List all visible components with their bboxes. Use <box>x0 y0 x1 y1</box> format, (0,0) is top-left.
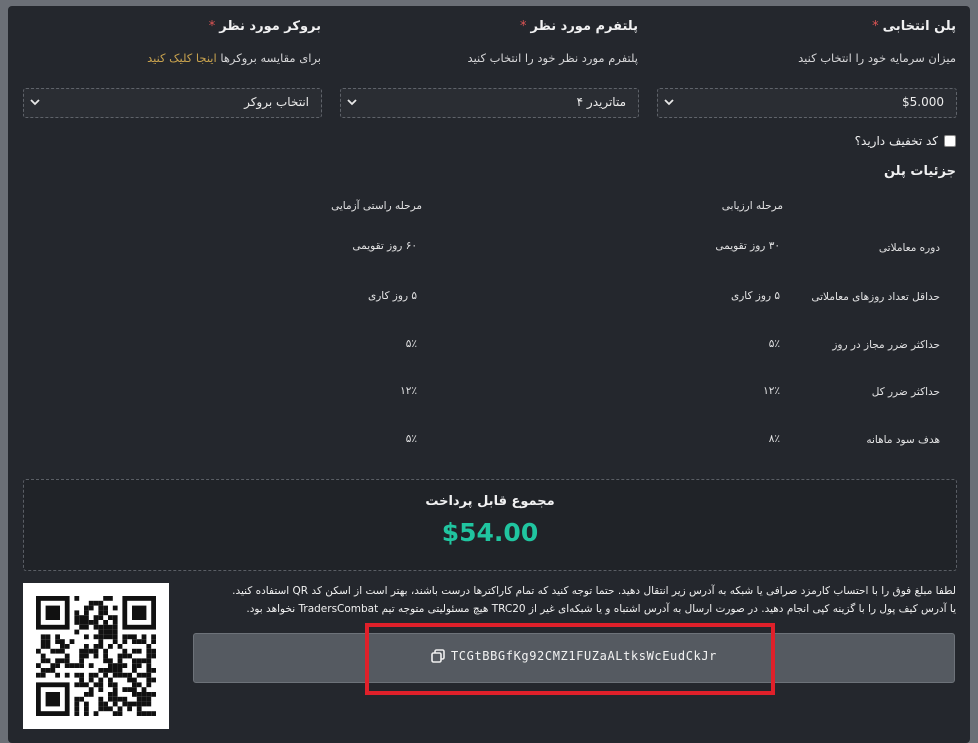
plan-select-value: $5.000 <box>902 95 944 109</box>
phase-header: مرحله ارزیابی <box>721 200 783 212</box>
qr-code-image <box>36 596 156 716</box>
platform-label: پلتفرم مورد نظر* <box>519 19 638 34</box>
broker-hint: برای مقایسه بروکرها اینجا کلیک کنید <box>147 51 321 65</box>
detail-row-value: ۱۲٪ <box>400 385 417 397</box>
detail-row-value: ۵٪ <box>768 338 780 350</box>
plan-label: پلن انتخابی* <box>872 19 956 34</box>
plan-hint: میزان سرمایه خود را انتخاب کنید <box>798 51 956 65</box>
broker-select[interactable]: انتخاب بروکر <box>23 88 322 118</box>
detail-row-label: دوره معاملاتی <box>878 242 940 254</box>
platform-hint: پلتفرم مورد نظر خود را انتخاب کنید <box>467 51 638 65</box>
detail-row-label: حداکثر ضرر مجاز در روز <box>832 339 940 351</box>
detail-row-label: هدف سود ماهانه <box>866 434 940 446</box>
plan-details-title: جزئیات پلن <box>883 164 956 179</box>
broker-label: بروکر مورد نظر* <box>208 19 321 34</box>
detail-row-value: ۵٪ <box>405 338 417 350</box>
discount-checkbox[interactable] <box>944 135 956 147</box>
chevron-down-icon <box>30 99 40 106</box>
payment-instructions: لطفا مبلغ فوق را با احتساب کارمزد صرافی … <box>232 585 956 615</box>
phase-header: مرحله راستی آزمایی <box>331 200 422 212</box>
plan-select[interactable]: $5.000 <box>657 88 957 118</box>
chevron-down-icon <box>664 99 674 106</box>
broker-select-value: انتخاب بروکر <box>244 95 309 109</box>
platform-select-value: متاتریدر ۴ <box>576 95 626 109</box>
detail-row-value: ۵٪ <box>405 433 417 445</box>
platform-select[interactable]: متاتریدر ۴ <box>340 88 639 118</box>
highlight-box <box>365 623 775 695</box>
detail-row-value: ۶۰ روز تقویمی <box>352 240 417 252</box>
discount-row[interactable]: کد تخفیف دارید؟ <box>855 134 956 148</box>
chevron-down-icon <box>347 99 357 106</box>
detail-row-value: ۸٪ <box>768 433 780 445</box>
compare-brokers-link[interactable]: اینجا کلیک کنید <box>147 51 217 65</box>
detail-row-label: حداکثر ضرر کل <box>871 386 940 398</box>
detail-row-label: حداقل تعداد روزهای معاملاتی <box>811 291 940 303</box>
total-box: مجموع قابل پرداخت $54.00 <box>23 479 957 571</box>
detail-row-value: ۱۲٪ <box>763 385 780 397</box>
total-label: مجموع قابل پرداخت <box>425 494 555 509</box>
detail-row-value: ۵ روز کاری <box>367 290 417 302</box>
total-amount: $54.00 <box>441 518 539 547</box>
detail-row-value: ۵ روز کاری <box>730 290 780 302</box>
qr-code <box>23 583 169 729</box>
checkout-panel: پلن انتخابی* میزان سرمایه خود را انتخاب … <box>8 6 970 743</box>
detail-row-value: ۳۰ روز تقویمی <box>715 240 780 252</box>
discount-label: کد تخفیف دارید؟ <box>854 134 938 148</box>
